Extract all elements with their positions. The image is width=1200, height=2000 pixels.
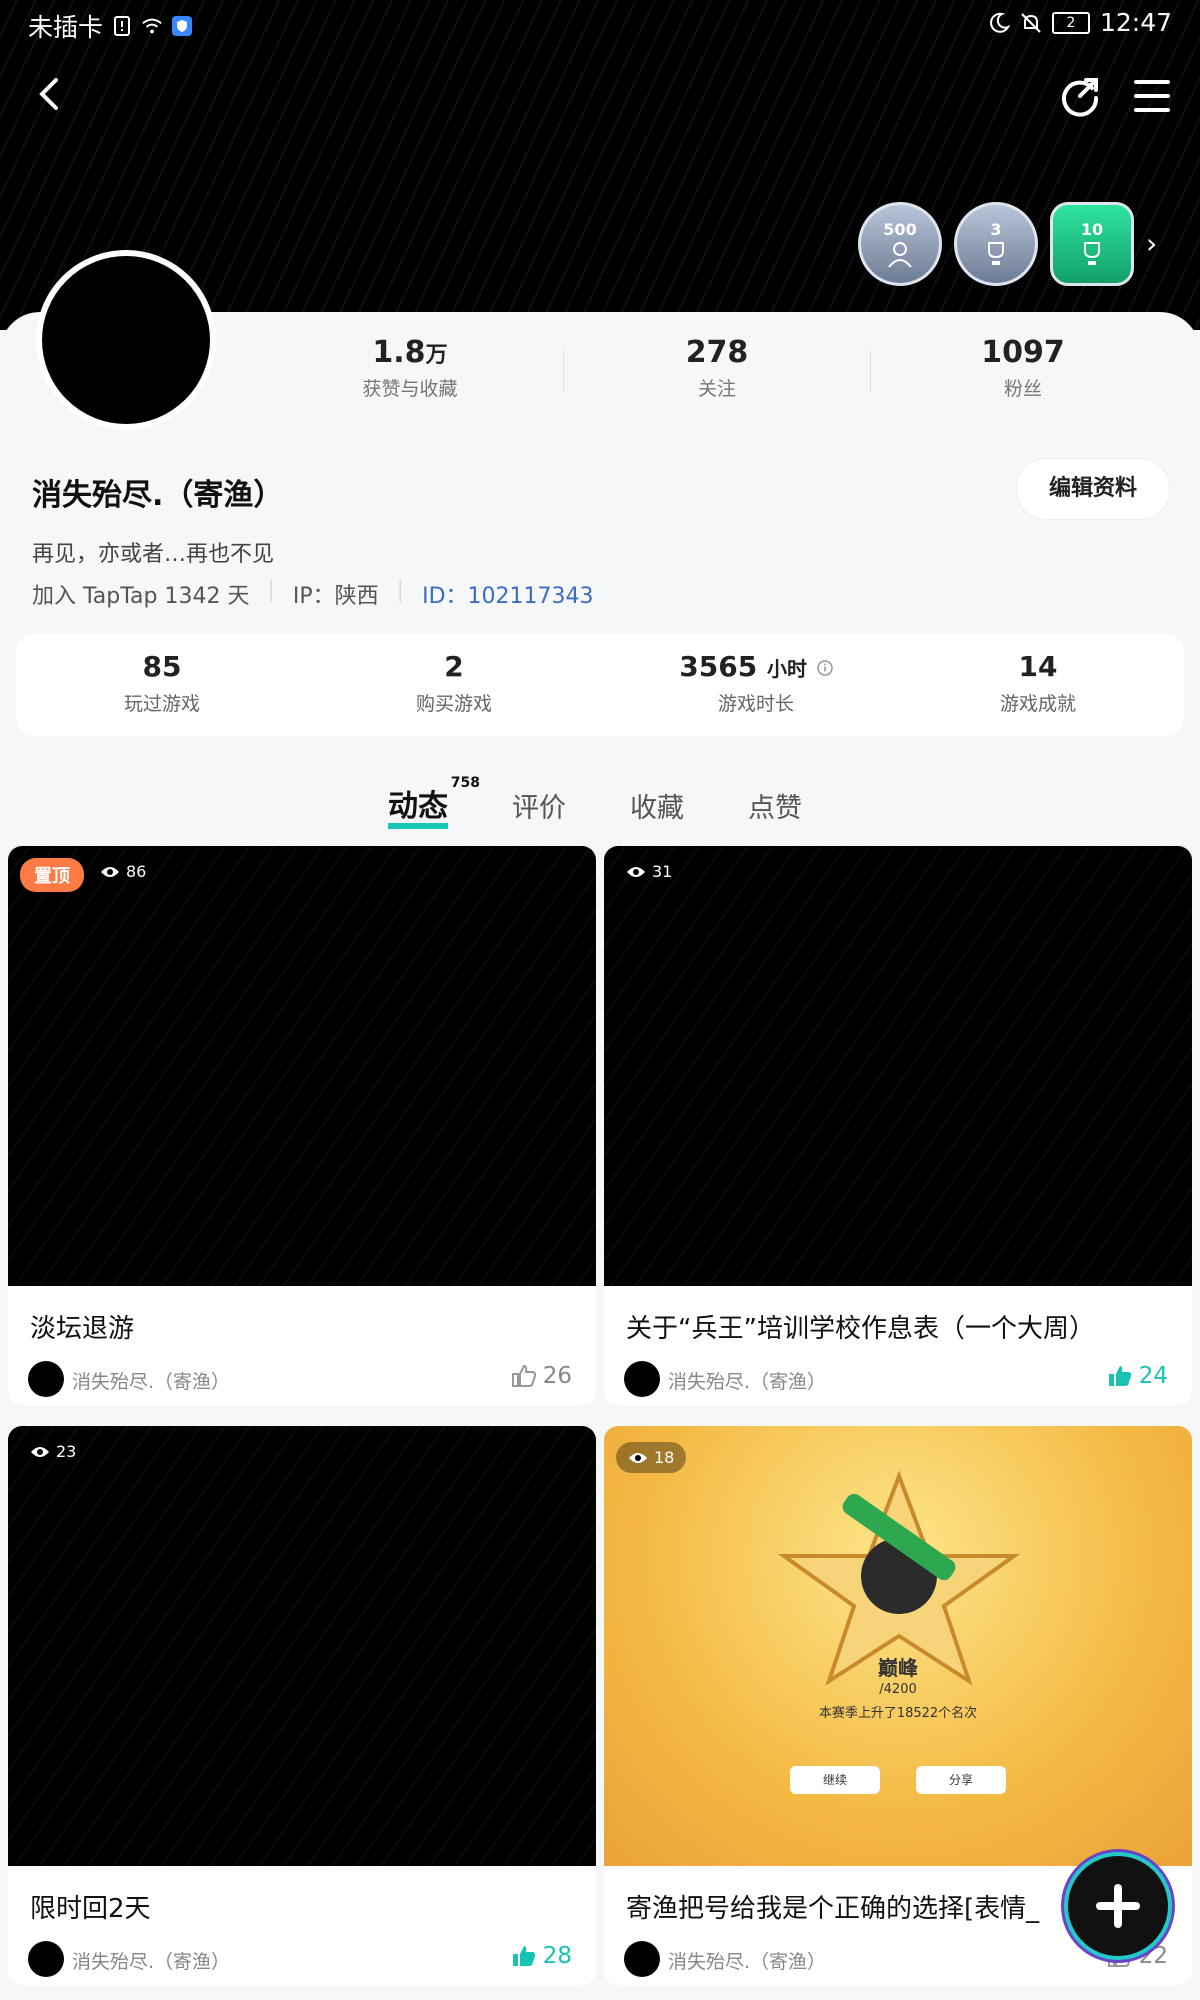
eye-icon	[627, 866, 645, 877]
author-name[interactable]: 消失殆尽.（寄渔）	[668, 1947, 826, 1974]
eye-icon	[31, 1446, 49, 1457]
author-avatar[interactable]	[624, 1941, 660, 1977]
tab-likes[interactable]: 点赞	[748, 786, 802, 825]
post-image[interactable]: 置顶 86	[8, 846, 596, 1286]
badge-achievement[interactable]: 3	[954, 202, 1038, 286]
clock: 12:47	[1099, 8, 1172, 37]
eye-icon	[629, 1452, 647, 1463]
like-button[interactable]: 28	[511, 1943, 572, 1969]
post-card[interactable]: 23 限时回2天 消失殆尽.（寄渔） 28	[8, 1426, 596, 1985]
author-avatar[interactable]	[28, 1941, 64, 1977]
like-button[interactable]: 24	[1107, 1363, 1168, 1389]
thumbs-up-icon	[511, 1364, 536, 1387]
avatar[interactable]	[36, 250, 216, 430]
username: 消失殆尽.（寄渔）	[32, 478, 284, 513]
tab-underline	[388, 823, 448, 829]
played-games[interactable]: 85 玩过游戏	[62, 650, 262, 716]
view-count: 31	[626, 862, 672, 881]
divider	[870, 350, 871, 392]
post-image[interactable]: 31	[604, 846, 1192, 1286]
author-name[interactable]: 消失殆尽.（寄渔）	[668, 1367, 826, 1394]
view-count: 18	[616, 1442, 687, 1473]
ip-location: IP：陕西	[292, 584, 379, 609]
divider	[563, 350, 564, 392]
shield-icon	[172, 16, 193, 36]
author-avatar[interactable]	[28, 1361, 64, 1397]
status-bar: 未插卡 2 12:47	[0, 0, 1200, 48]
stat-likes[interactable]: 1.8万 获赞与收藏	[320, 335, 500, 401]
game-stats-card: 85 玩过游戏 2 购买游戏 3565 小时 游戏时长 14 游戏成就	[16, 634, 1184, 736]
share-button: 分享	[916, 1766, 1006, 1794]
carrier-label: 未插卡	[28, 13, 104, 42]
thumbs-up-icon	[512, 1946, 535, 1966]
view-count: 86	[100, 862, 146, 881]
plus-icon	[1096, 1884, 1140, 1928]
chevron-right-icon[interactable]: ›	[1146, 230, 1170, 258]
content-tabs: 动态 758 评价 收藏 点赞	[388, 775, 866, 829]
tab-moments[interactable]: 动态 758	[388, 775, 480, 829]
tab-favorites[interactable]: 收藏	[630, 786, 684, 825]
post-title: 关于“兵王”培训学校作息表（一个大周）	[626, 1314, 1095, 1344]
post-image[interactable]: 18 巅峰 /4200 本赛季上升了18522个名次 继续 分享	[604, 1426, 1192, 1866]
bell-off-icon	[1021, 12, 1041, 33]
rank-subtitle: 本赛季上升了18522个名次	[818, 1706, 978, 1721]
author-name[interactable]: 消失殆尽.（寄渔）	[72, 1947, 230, 1974]
post-title: 限时回2天	[30, 1894, 151, 1924]
achievements[interactable]: 14 游戏成就	[938, 650, 1138, 716]
share-icon[interactable]	[1058, 74, 1102, 118]
menu-icon[interactable]	[1130, 76, 1174, 116]
post-card[interactable]: 置顶 86 淡坛退游 消失殆尽.（寄渔） 26	[8, 846, 596, 1405]
continue-button: 继续	[790, 1766, 880, 1794]
bio: 再见，亦或者…再也不见	[32, 542, 275, 567]
author-avatar[interactable]	[624, 1361, 660, 1397]
profile-meta: 加入 TapTap 1342 天 | IP：陕西 | ID：102117343	[32, 578, 594, 610]
battery-icon: 2	[1051, 11, 1090, 34]
thumbs-up-icon	[1108, 1366, 1131, 1386]
add-post-button[interactable]	[1064, 1852, 1172, 1960]
rank-title: 巅峰	[878, 1656, 918, 1680]
wifi-icon	[142, 18, 162, 34]
badge-trophy[interactable]: 10	[1050, 202, 1134, 286]
pinned-badge: 置顶	[20, 858, 84, 892]
info-icon[interactable]	[816, 660, 833, 676]
edit-profile-button[interactable]: 编辑资料	[1016, 458, 1170, 520]
sim-icon	[114, 16, 131, 36]
chevron-left-icon[interactable]	[30, 74, 70, 114]
rank-score: /4200	[879, 1682, 917, 1697]
moon-icon	[990, 12, 1010, 33]
bought-games[interactable]: 2 购买游戏	[354, 650, 554, 716]
user-upload-icon	[888, 241, 912, 268]
top-nav	[0, 70, 1200, 120]
author-name[interactable]: 消失殆尽.（寄渔）	[72, 1367, 230, 1394]
like-button[interactable]: 26	[511, 1363, 572, 1389]
view-count: 23	[30, 1442, 76, 1461]
tab-reviews[interactable]: 评价	[512, 786, 566, 825]
post-title: 淡坛退游	[30, 1314, 135, 1344]
trophy-icon	[1084, 241, 1100, 265]
stat-following[interactable]: 278 关注	[627, 335, 807, 401]
stat-followers[interactable]: 1097 粉丝	[933, 335, 1113, 401]
play-time[interactable]: 3565 小时 游戏时长	[646, 650, 866, 716]
joined-days: 加入 TapTap 1342 天	[32, 584, 250, 609]
user-id[interactable]: ID：102117343	[422, 578, 593, 610]
eye-icon	[101, 866, 119, 877]
badge-strip[interactable]: 500 3 10 ›	[858, 202, 1170, 286]
post-card[interactable]: 31 关于“兵王”培训学校作息表（一个大周） 消失殆尽.（寄渔） 24	[604, 846, 1192, 1405]
trophy-icon	[988, 241, 1004, 265]
badge-reviews[interactable]: 500	[858, 202, 942, 286]
post-image[interactable]: 23	[8, 1426, 596, 1866]
